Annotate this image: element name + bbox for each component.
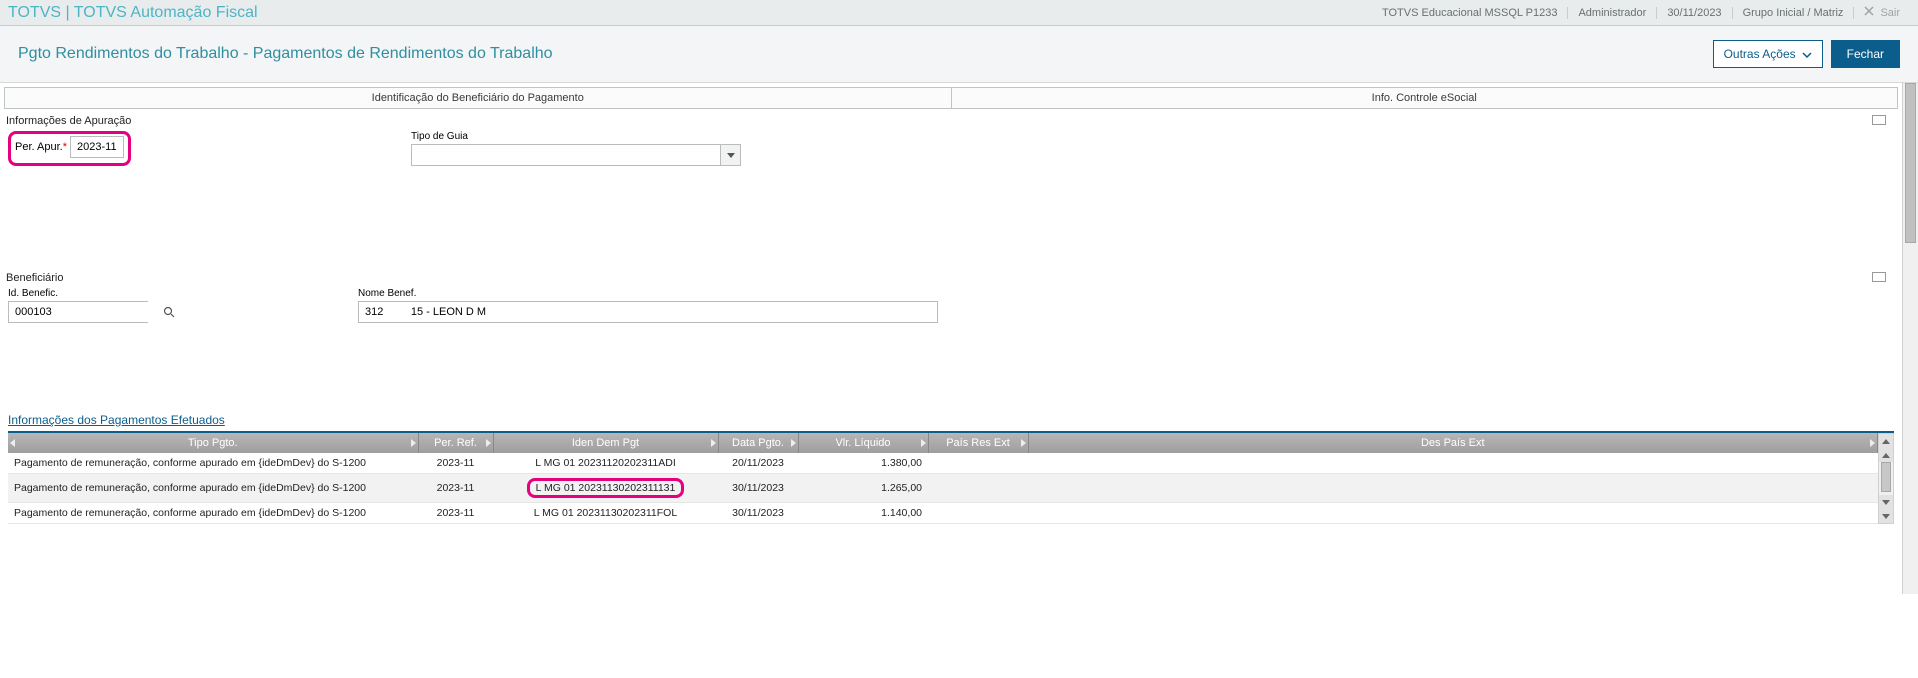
payments-table-wrap: Tipo Pgto. Per. Ref. Iden Dem Pgt Data P… [8, 431, 1894, 524]
col-des-pais-label: Des País Ext [1421, 437, 1485, 449]
cell-vlr: 1.380,00 [798, 453, 928, 474]
fechar-button[interactable]: Fechar [1831, 40, 1900, 68]
col-data[interactable]: Data Pgto. [718, 433, 798, 453]
cell-data: 20/11/2023 [718, 453, 798, 474]
col-pais[interactable]: País Res Ext [928, 433, 1028, 453]
tab-info-esocial[interactable]: Info. Controle eSocial [952, 88, 1898, 108]
section-toggle-icon[interactable] [1872, 115, 1886, 125]
cell-pais [928, 503, 1028, 524]
outras-acoes-label: Outras Ações [1724, 47, 1796, 61]
subheader: Pgto Rendimentos do Trabalho - Pagamento… [0, 26, 1918, 83]
exit-button[interactable]: Sair [1854, 6, 1910, 19]
section-beneficiario-text: Beneficiário [6, 272, 63, 284]
table-vscroll[interactable] [1878, 433, 1894, 524]
table-header-row: Tipo Pgto. Per. Ref. Iden Dem Pgt Data P… [8, 433, 1878, 453]
env-label: TOTVS Educacional MSSQL P1233 [1372, 7, 1568, 19]
cell-iden: L MG 01 20231120202311ADI [493, 453, 718, 474]
section-toggle-icon-2[interactable] [1872, 272, 1886, 282]
section-apuracao-label: Informações de Apuração [0, 109, 1902, 129]
cell-tipo: Pagamento de remuneração, conforme apura… [8, 503, 418, 524]
cell-vlr: 1.265,00 [798, 474, 928, 503]
table-row[interactable]: Pagamento de remuneração, conforme apura… [8, 503, 1878, 524]
page-title: Pgto Rendimentos do Trabalho - Pagamento… [18, 45, 1713, 63]
nome-benef-field: Nome Benef. [358, 288, 938, 323]
tipo-guia-field: Tipo de Guia [411, 131, 741, 166]
cell-data: 30/11/2023 [718, 503, 798, 524]
cell-pais [928, 453, 1028, 474]
outras-acoes-button[interactable]: Outras Ações [1713, 40, 1823, 68]
tipo-guia-label: Tipo de Guia [411, 131, 741, 142]
table-row[interactable]: Pagamento de remuneração, conforme apura… [8, 453, 1878, 474]
scroll-up-icon-2[interactable] [1879, 448, 1893, 462]
cell-per-ref: 2023-11 [418, 503, 493, 524]
id-benefic-input[interactable] [9, 302, 163, 322]
id-benefic-input-wrap [8, 301, 148, 323]
scroll-thumb[interactable] [1881, 462, 1891, 492]
id-benefic-field: Id. Benefic. [8, 288, 148, 323]
iden-highlight: L MG 01 20231130202311131 [527, 478, 685, 498]
scroll-down-icon-2[interactable] [1879, 509, 1893, 523]
required-mark: * [63, 141, 67, 153]
cell-iden: L MG 01 20231130202311131 [493, 474, 718, 503]
close-icon [1864, 6, 1874, 19]
user-label: Administrador [1568, 7, 1657, 19]
col-pais-label: País Res Ext [946, 437, 1010, 449]
per-apur-input[interactable] [70, 136, 124, 158]
scroll-up-icon[interactable] [1879, 434, 1893, 448]
col-iden-label: Iden Dem Pgt [572, 437, 639, 449]
payments-table: Tipo Pgto. Per. Ref. Iden Dem Pgt Data P… [8, 433, 1878, 524]
scroll-track[interactable] [1879, 462, 1893, 495]
nome-benef-input[interactable] [358, 301, 938, 323]
scroll-down-icon[interactable] [1879, 495, 1893, 509]
col-per-ref-label: Per. Ref. [434, 437, 477, 449]
form-row-apuracao: Per. Apur.* Tipo de Guia [0, 129, 1902, 166]
cell-vlr: 1.140,00 [798, 503, 928, 524]
col-data-label: Data Pgto. [732, 437, 784, 449]
col-per-ref[interactable]: Per. Ref. [418, 433, 493, 453]
per-apur-field: Per. Apur.* [8, 131, 131, 166]
col-des-pais[interactable]: Des País Ext [1028, 433, 1878, 453]
form-row-beneficiario: Id. Benefic. Nome Benef. [0, 286, 1902, 323]
id-benefic-label: Id. Benefic. [8, 288, 148, 299]
dropdown-arrow-icon[interactable] [720, 145, 740, 165]
tipo-guia-select[interactable] [411, 144, 741, 166]
cell-per-ref: 2023-11 [418, 453, 493, 474]
app-title: TOTVS | TOTVS Automação Fiscal [8, 4, 1372, 22]
page-scroll-thumb[interactable] [1905, 83, 1916, 243]
section-beneficiario-label: Beneficiário [0, 266, 1902, 286]
cell-des-pais [1028, 474, 1878, 503]
per-apur-label-text: Per. Apur. [15, 141, 63, 153]
table-row[interactable]: Pagamento de remuneração, conforme apura… [8, 474, 1878, 503]
col-iden[interactable]: Iden Dem Pgt [493, 433, 718, 453]
chevron-down-icon [1802, 47, 1812, 61]
nome-benef-label: Nome Benef. [358, 288, 938, 299]
tab-identificacao[interactable]: Identificação do Beneficiário do Pagamen… [5, 88, 952, 108]
cell-data: 30/11/2023 [718, 474, 798, 503]
page-vscroll[interactable] [1902, 83, 1918, 594]
cell-des-pais [1028, 503, 1878, 524]
col-vlr[interactable]: Vlr. Líquido [798, 433, 928, 453]
col-tipo[interactable]: Tipo Pgto. [8, 433, 418, 453]
search-icon[interactable] [163, 306, 175, 318]
cell-tipo: Pagamento de remuneração, conforme apura… [8, 453, 418, 474]
cell-per-ref: 2023-11 [418, 474, 493, 503]
cell-tipo: Pagamento de remuneração, conforme apura… [8, 474, 418, 503]
payments-title: Informações dos Pagamentos Efetuados [8, 413, 1894, 429]
col-tipo-label: Tipo Pgto. [188, 437, 238, 449]
group-label: Grupo Inicial / Matriz [1733, 7, 1855, 19]
tabs-row: Identificação do Beneficiário do Pagamen… [4, 87, 1898, 109]
topbar: TOTVS | TOTVS Automação Fiscal TOTVS Edu… [0, 0, 1918, 26]
exit-label: Sair [1880, 7, 1900, 19]
section-apuracao-text: Informações de Apuração [6, 115, 131, 127]
cell-pais [928, 474, 1028, 503]
col-vlr-label: Vlr. Líquido [835, 437, 890, 449]
cell-des-pais [1028, 453, 1878, 474]
page-scroll-track[interactable] [1903, 83, 1918, 594]
per-apur-label: Per. Apur.* [15, 141, 70, 153]
cell-iden: L MG 01 20231130202311FOL [493, 503, 718, 524]
date-label: 30/11/2023 [1657, 7, 1732, 19]
topbar-info: TOTVS Educacional MSSQL P1233 Administra… [1372, 7, 1854, 19]
